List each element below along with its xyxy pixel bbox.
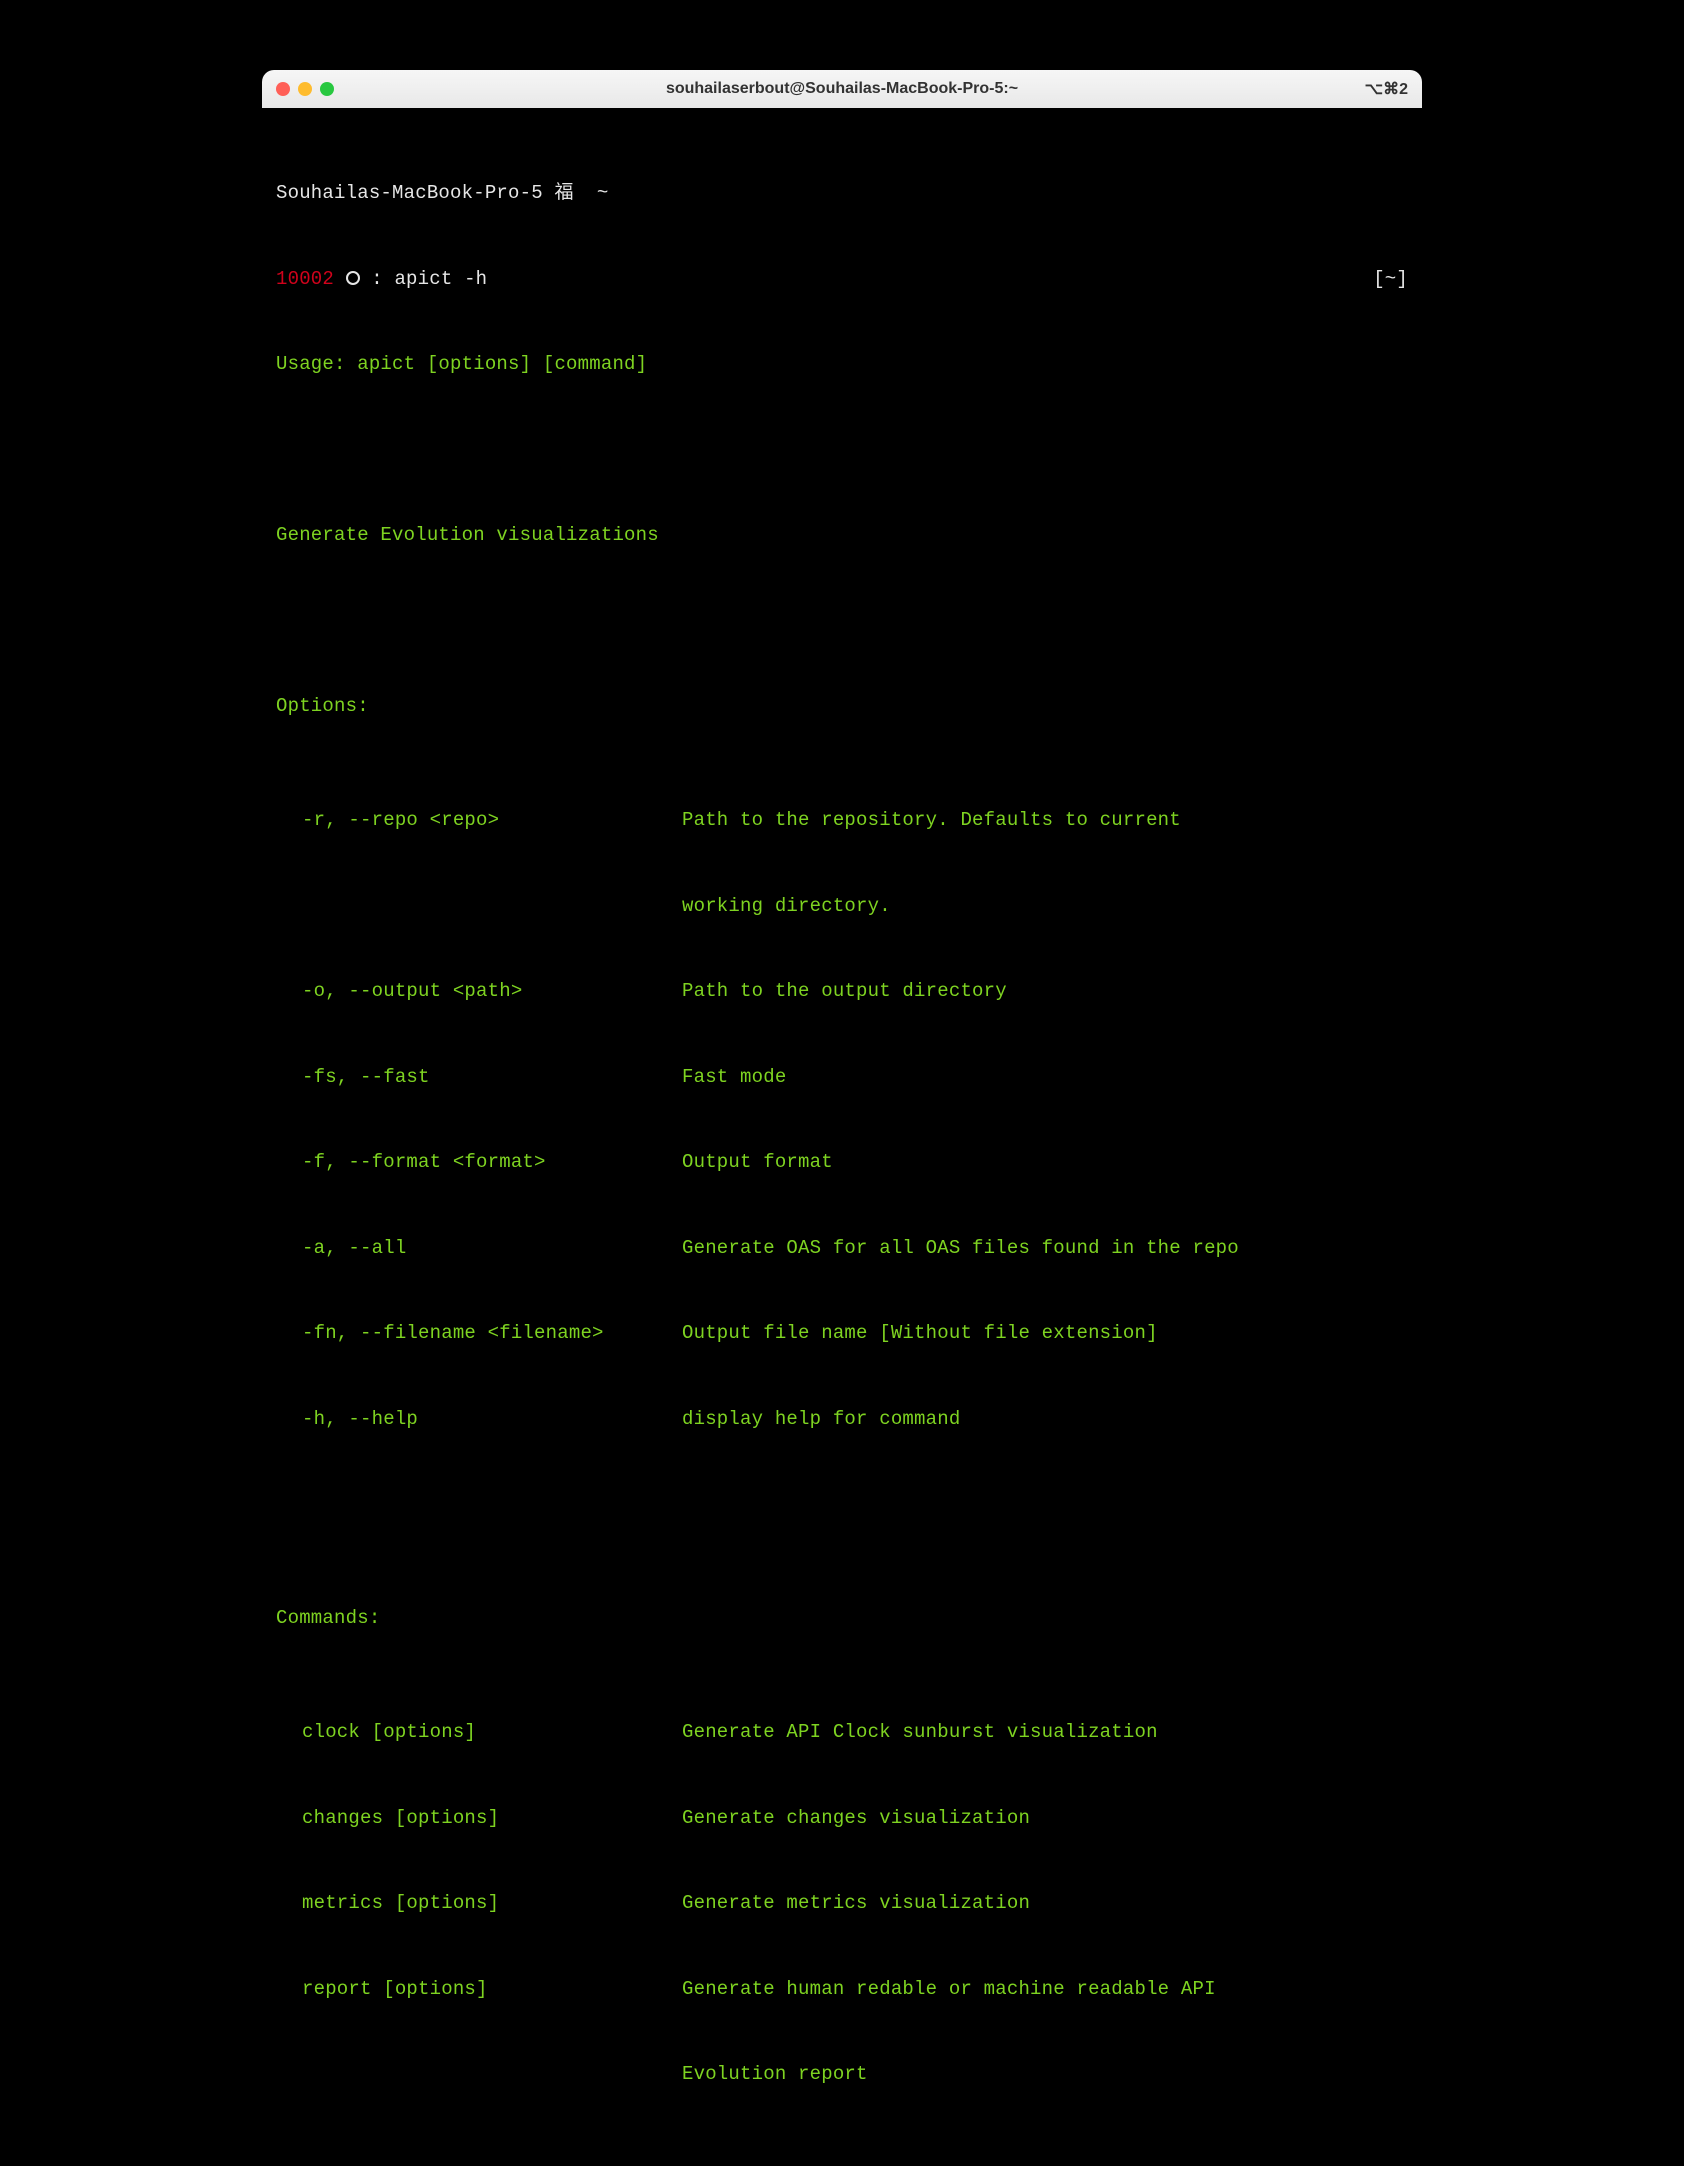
option-flag: -fs, --fast [302, 1063, 682, 1092]
option-desc-cont: working directory. [682, 892, 1408, 921]
option-row: -fn, --filename <filename>Output file na… [276, 1319, 1408, 1348]
command-desc: Generate API Clock sunburst visualizatio… [682, 1718, 1408, 1747]
option-desc: Path to the repository. Defaults to curr… [682, 806, 1408, 835]
command-desc: Generate metrics visualization [682, 1889, 1408, 1918]
option-row: -fs, --fastFast mode [276, 1063, 1408, 1092]
traffic-lights [276, 82, 334, 96]
command-row-cont: Evolution report [276, 2060, 1408, 2089]
command-flag: changes [options] [302, 1804, 682, 1833]
prompt-cwd-tilde: ~ [597, 182, 609, 204]
option-row: -f, --format <format>Output format [276, 1148, 1408, 1177]
command-flag: report [options] [302, 1975, 682, 2004]
option-row: -o, --output <path>Path to the output di… [276, 977, 1408, 1006]
option-desc: Output file name [Without file extension… [682, 1319, 1408, 1348]
keyboard-shortcut: ⌥⌘2 [1365, 79, 1408, 99]
command-desc: Generate changes visualization [682, 1804, 1408, 1833]
command-row: report [options]Generate human redable o… [276, 1975, 1408, 2004]
blank-line [276, 436, 1408, 465]
option-desc: display help for command [682, 1405, 1408, 1434]
status-circle-icon [346, 271, 360, 285]
prompt-hostname-line: Souhailas-MacBook-Pro-5 福 ~ [276, 179, 1408, 208]
prompt-cwd-right: [~] [1373, 265, 1408, 294]
prompt-command-line: 10002 : apict -h [~] [276, 265, 1408, 294]
option-row: -r, --repo <repo>Path to the repository.… [276, 806, 1408, 835]
option-flag: -a, --all [302, 1234, 682, 1263]
blank-line [276, 607, 1408, 636]
close-icon[interactable] [276, 82, 290, 96]
usage-line: Usage: apict [options] [command] [276, 350, 1408, 379]
option-row: -a, --allGenerate OAS for all OAS files … [276, 1234, 1408, 1263]
description-line: Generate Evolution visualizations [276, 521, 1408, 550]
prompt-symbol: 福 [554, 182, 573, 204]
command-flag-empty [302, 2060, 682, 2089]
options-header: Options: [276, 692, 1408, 721]
option-flag: -f, --format <format> [302, 1148, 682, 1177]
command-desc: Generate human redable or machine readab… [682, 1975, 1408, 2004]
blank-line [276, 1519, 1408, 1548]
hostname: Souhailas-MacBook-Pro-5 [276, 182, 543, 204]
option-desc: Path to the output directory [682, 977, 1408, 1006]
option-row: -h, --helpdisplay help for command [276, 1405, 1408, 1434]
prompt-counter: 10002 [276, 268, 334, 290]
option-row-cont: working directory. [276, 892, 1408, 921]
option-desc: Fast mode [682, 1063, 1408, 1092]
command-row: metrics [options]Generate metrics visual… [276, 1889, 1408, 1918]
option-flag: -h, --help [302, 1405, 682, 1434]
option-flag: -fn, --filename <filename> [302, 1319, 682, 1348]
option-flag: -r, --repo <repo> [302, 806, 682, 835]
titlebar[interactable]: souhailaserbout@Souhailas-MacBook-Pro-5:… [262, 70, 1422, 108]
option-flag-empty [302, 892, 682, 921]
option-desc: Output format [682, 1148, 1408, 1177]
prompt-separator: : [371, 268, 383, 290]
terminal-body[interactable]: Souhailas-MacBook-Pro-5 福 ~ 10002 : apic… [262, 108, 1422, 2166]
option-flag: -o, --output <path> [302, 977, 682, 1006]
command-row: changes [options]Generate changes visual… [276, 1804, 1408, 1833]
command-row: clock [options]Generate API Clock sunbur… [276, 1718, 1408, 1747]
maximize-icon[interactable] [320, 82, 334, 96]
command-flag: metrics [options] [302, 1889, 682, 1918]
command-desc-cont: Evolution report [682, 2060, 1408, 2089]
window-title: souhailaserbout@Souhailas-MacBook-Pro-5:… [262, 80, 1422, 98]
terminal-content: Souhailas-MacBook-Pro-5 福 ~ 10002 : apic… [276, 122, 1408, 2146]
commands-header: Commands: [276, 1604, 1408, 1633]
minimize-icon[interactable] [298, 82, 312, 96]
option-desc: Generate OAS for all OAS files found in … [682, 1234, 1408, 1263]
command-flag: clock [options] [302, 1718, 682, 1747]
command-input: apict -h [394, 268, 487, 290]
